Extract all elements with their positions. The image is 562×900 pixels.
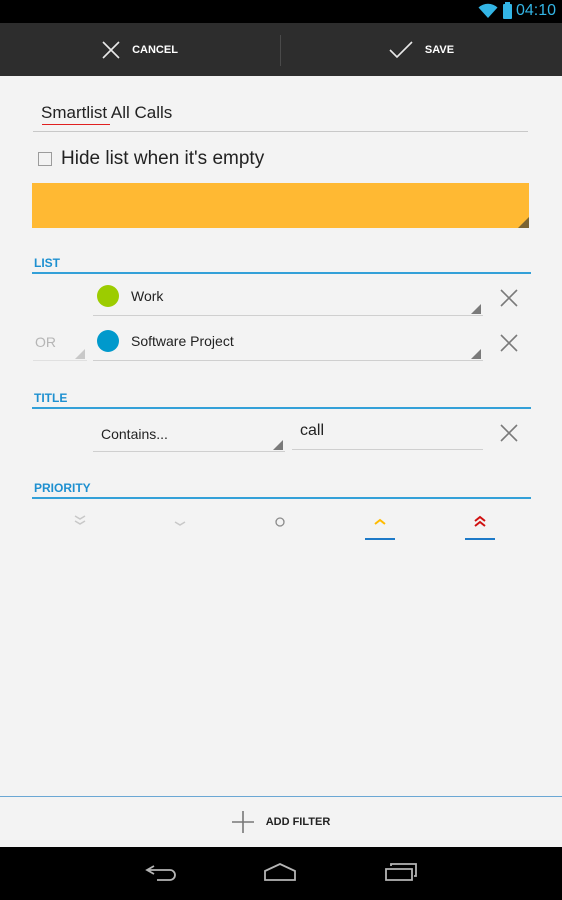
- checkmark-icon: [389, 40, 413, 58]
- remove-filter-icon[interactable]: [500, 289, 518, 307]
- remove-filter-icon[interactable]: [500, 424, 518, 442]
- spellcheck-underline: [42, 124, 110, 125]
- close-icon: [102, 40, 120, 59]
- connector-spinner[interactable]: OR: [33, 330, 87, 361]
- status-time: 04:10: [515, 2, 556, 19]
- circle-icon: [275, 517, 285, 527]
- chevron-down-icon: [174, 521, 186, 526]
- cancel-label: CANCEL: [132, 43, 178, 56]
- save-button[interactable]: SAVE: [281, 23, 562, 76]
- section-header-priority: PRIORITY: [32, 481, 531, 499]
- section-header-list: LIST: [32, 256, 531, 274]
- action-bar: CANCEL SAVE: [0, 23, 562, 76]
- list-spinner-work[interactable]: Work: [93, 282, 483, 316]
- battery-icon: [503, 2, 512, 19]
- priority-normal-toggle[interactable]: [250, 514, 310, 540]
- list-name-field[interactable]: [33, 98, 528, 132]
- save-label: SAVE: [424, 43, 455, 56]
- title-value-field[interactable]: [292, 419, 483, 450]
- color-picker[interactable]: [32, 183, 529, 228]
- wifi-icon: [478, 3, 498, 18]
- system-nav-bar: [0, 847, 562, 900]
- back-icon[interactable]: [144, 861, 178, 883]
- title-operator-value: Contains...: [101, 426, 168, 442]
- chevron-up-icon: [374, 518, 386, 525]
- connector-label: OR: [35, 334, 56, 350]
- priority-low-toggle[interactable]: [150, 514, 210, 540]
- color-picker-corner-indicator: [518, 217, 529, 228]
- smartlist-editor: Hide list when it's empty LIST Work OR S…: [0, 76, 562, 796]
- add-filter-button[interactable]: ADD FILTER: [0, 797, 562, 847]
- double-chevron-down-icon: [74, 515, 86, 525]
- priority-selected-indicator: [365, 538, 395, 540]
- double-chevron-up-icon: [474, 515, 486, 527]
- hide-when-empty-checkbox[interactable]: [38, 152, 52, 166]
- priority-selected-indicator: [465, 538, 495, 540]
- remove-filter-icon[interactable]: [500, 334, 518, 352]
- hide-when-empty-label: Hide list when it's empty: [61, 148, 265, 169]
- list-color-dot: [97, 285, 119, 307]
- title-value-input[interactable]: [292, 419, 483, 443]
- bottom-bar: ADD FILTER: [0, 796, 562, 847]
- dropdown-indicator-icon: [273, 440, 283, 450]
- list-color-dot: [97, 330, 119, 352]
- hide-when-empty-checkbox-row[interactable]: Hide list when it's empty: [38, 148, 264, 170]
- title-operator-spinner[interactable]: Contains...: [93, 417, 285, 452]
- section-title-title: TITLE: [34, 391, 68, 405]
- list-spinner-value: Software Project: [131, 333, 234, 349]
- dropdown-indicator-icon: [471, 304, 481, 314]
- status-bar: 04:10: [0, 0, 562, 23]
- home-icon[interactable]: [263, 861, 297, 883]
- list-spinner-software-project[interactable]: Software Project: [93, 327, 483, 361]
- section-title-list: LIST: [34, 256, 60, 270]
- plus-icon: [231, 811, 254, 833]
- cancel-button[interactable]: CANCEL: [0, 23, 280, 76]
- priority-highest-toggle[interactable]: [450, 514, 510, 540]
- add-filter-label: ADD FILTER: [265, 816, 331, 828]
- list-spinner-value: Work: [131, 288, 164, 304]
- dropdown-indicator-icon: [75, 349, 85, 359]
- dropdown-indicator-icon: [471, 349, 481, 359]
- priority-lowest-toggle[interactable]: [50, 514, 110, 540]
- recent-apps-icon[interactable]: [384, 861, 418, 883]
- priority-high-toggle[interactable]: [350, 514, 410, 540]
- section-title-priority: PRIORITY: [34, 481, 91, 495]
- section-header-title: TITLE: [32, 391, 531, 409]
